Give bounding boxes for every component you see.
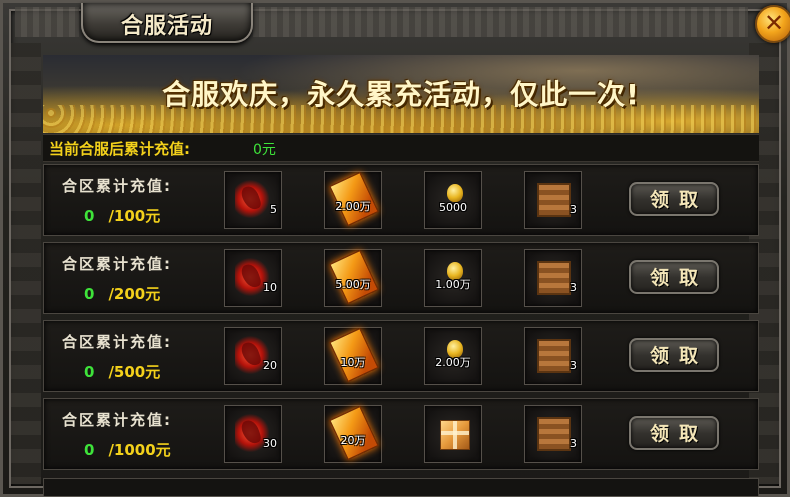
tier-progress: 0/500元 <box>84 361 160 382</box>
tier-progress: 0/200元 <box>84 283 160 304</box>
reward-slot[interactable]: 2.00万 <box>424 327 482 385</box>
reward-quantity: 5.00万 <box>335 278 371 291</box>
tier-label: 合区累计充值: <box>62 333 172 351</box>
reward-slot[interactable]: 3 <box>524 405 582 463</box>
reward-slot[interactable]: 3 <box>524 249 582 307</box>
reward-tier-row: 合区累计充值: 0/500元 20 10万 2.00万 3 领取 <box>43 320 759 392</box>
reward-slot[interactable]: 1.00万 <box>424 249 482 307</box>
claim-button[interactable]: 领取 <box>629 338 719 372</box>
close-button[interactable]: ✕ <box>755 5 790 43</box>
reward-slot[interactable]: 5000 <box>424 171 482 229</box>
reward-tier-row: 合区累计充值: 0/1000元 30 20万 3 领取 <box>43 398 759 470</box>
claim-button[interactable]: 领取 <box>629 182 719 216</box>
reward-quantity: 20万 <box>340 434 366 447</box>
top-ornament-right <box>253 7 748 37</box>
tier-progress: 0/1000元 <box>84 439 171 460</box>
tier-current-amount: 0 <box>84 441 95 459</box>
reward-slot[interactable]: 20 <box>224 327 282 385</box>
top-ornament-left <box>15 7 79 37</box>
treasure-chest-icon <box>537 339 571 373</box>
reward-slot[interactable]: 5.00万 <box>324 249 382 307</box>
reward-slot[interactable]: 30 <box>224 405 282 463</box>
reward-quantity: 3 <box>570 359 577 372</box>
reward-slot[interactable]: 5 <box>224 171 282 229</box>
treasure-chest-icon <box>537 417 571 451</box>
gift-box-icon <box>440 420 470 450</box>
tier-target-amount: /1000元 <box>108 441 171 459</box>
reward-quantity: 5000 <box>439 201 467 214</box>
tier-label: 合区累计充值: <box>62 255 172 273</box>
tier-current-amount: 0 <box>84 207 95 225</box>
reward-quantity: 3 <box>570 281 577 294</box>
summary-value: 0元 <box>253 142 276 158</box>
tier-target-amount: /200元 <box>108 285 161 303</box>
gold-ingot-icon <box>447 184 463 202</box>
event-window: 合服活动 ✕ 合服欢庆，永久累充活动，仅此一次! 当前合服后累计充值: 0元 合… <box>0 0 790 497</box>
reward-slot[interactable]: 3 <box>524 171 582 229</box>
red-wing-icon <box>235 180 269 218</box>
treasure-chest-icon <box>537 183 571 217</box>
reward-quantity: 30 <box>263 437 277 450</box>
reward-tier-row: 合区累计充值: 0/100元 5 2.00万 5000 3 领取 <box>43 164 759 236</box>
tier-current-amount: 0 <box>84 363 95 381</box>
side-ornament-left <box>11 43 41 484</box>
claim-button[interactable]: 领取 <box>629 416 719 450</box>
tier-label: 合区累计充值: <box>62 411 172 429</box>
reward-quantity: 10万 <box>340 356 366 369</box>
reward-tier-row: 合区累计充值: 0/200元 10 5.00万 1.00万 3 领取 <box>43 242 759 314</box>
tier-target-amount: /100元 <box>108 207 161 225</box>
reward-slot[interactable]: 2.00万 <box>324 171 382 229</box>
reward-slot[interactable] <box>424 405 482 463</box>
summary-label: 当前合服后累计充值: <box>49 140 190 158</box>
event-banner: 合服欢庆，永久累充活动，仅此一次! <box>43 55 759 133</box>
title-plate: 合服活动 <box>81 3 253 43</box>
reward-quantity: 3 <box>570 203 577 216</box>
close-icon: ✕ <box>763 9 785 37</box>
recharge-summary: 当前合服后累计充值: 0元 <box>43 134 759 162</box>
tier-progress: 0/100元 <box>84 205 160 226</box>
window-title: 合服活动 <box>120 14 213 39</box>
reward-quantity: 2.00万 <box>335 200 371 213</box>
tier-current-amount: 0 <box>84 285 95 303</box>
tier-label: 合区累计充值: <box>62 177 172 195</box>
reward-quantity: 2.00万 <box>435 356 471 369</box>
banner-headline: 合服欢庆，永久累充活动，仅此一次! <box>162 78 640 111</box>
tier-target-amount: /500元 <box>108 363 161 381</box>
reward-quantity: 1.00万 <box>435 278 471 291</box>
claim-button[interactable]: 领取 <box>629 260 719 294</box>
reward-slot[interactable]: 10 <box>224 249 282 307</box>
treasure-chest-icon <box>537 261 571 295</box>
reward-slot[interactable]: 10万 <box>324 327 382 385</box>
reward-quantity: 3 <box>570 437 577 450</box>
reward-slot[interactable]: 20万 <box>324 405 382 463</box>
reward-quantity: 20 <box>263 359 277 372</box>
reward-slot[interactable]: 3 <box>524 327 582 385</box>
reward-quantity: 10 <box>263 281 277 294</box>
next-row-edge <box>43 478 759 496</box>
reward-quantity: 5 <box>270 203 277 216</box>
